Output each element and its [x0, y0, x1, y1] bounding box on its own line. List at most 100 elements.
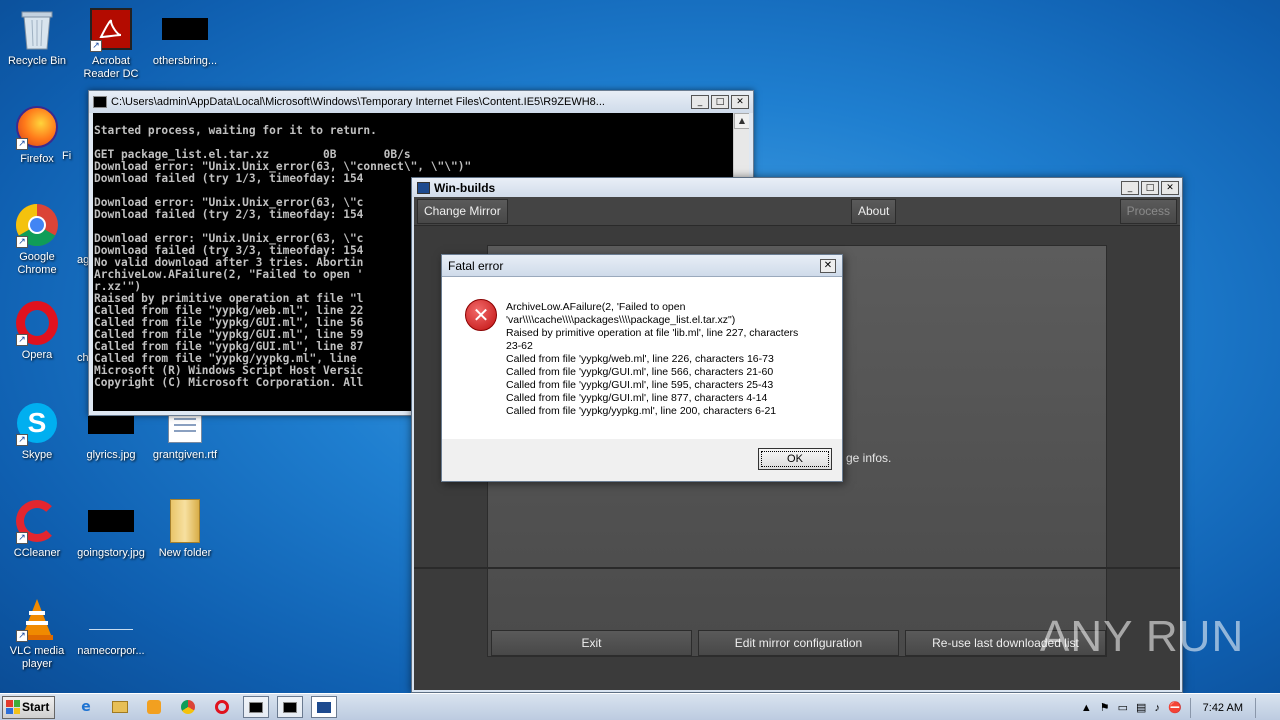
dialog-title: Fatal error — [448, 258, 504, 273]
skype-icon: S ↗ — [14, 400, 60, 446]
desktop-icon-label: Skype — [21, 449, 53, 461]
desktop-icon-acrobat[interactable]: ↗ Acrobat Reader DC — [74, 6, 148, 81]
error-line: Called from file 'yypkg/GUI.ml', line 59… — [506, 379, 774, 391]
change-mirror-button[interactable]: Change Mirror — [417, 198, 508, 224]
image-file-icon — [162, 6, 208, 52]
shortcut-arrow-icon: ↗ — [16, 236, 28, 248]
battery-icon[interactable]: ▭ — [1118, 701, 1128, 714]
dialog-close-button[interactable]: ✕ — [820, 258, 836, 273]
shortcut-arrow-icon: ↗ — [16, 138, 28, 150]
desktop-icon-namecorpor[interactable]: namecorpor... — [74, 596, 148, 658]
start-label: Start — [22, 700, 50, 714]
winbuilds-app-icon — [417, 181, 430, 194]
close-button[interactable]: ✕ — [1161, 180, 1179, 195]
fatal-error-dialog[interactable]: Fatal error ✕ ✕ ArchiveLow.AFailure(2, '… — [441, 254, 843, 482]
maximize-button[interactable]: □ — [711, 95, 729, 109]
desktop-icon-label: Acrobat Reader DC — [83, 55, 139, 80]
desktop-icon-opera[interactable]: ↗ Opera — [0, 300, 74, 362]
desktop-icon-label: CCleaner — [13, 547, 61, 559]
winbuilds-titlebar[interactable]: Win-builds _ □ ✕ — [412, 178, 1182, 197]
error-line: Called from file 'yypkg/GUI.ml', line 56… — [506, 366, 774, 378]
shortcut-arrow-icon: ↗ — [16, 630, 28, 642]
error-line: Raised by primitive operation at file 'l… — [506, 327, 799, 339]
console-title: C:\Users\admin\AppData\Local\Microsoft\W… — [111, 96, 605, 108]
winbuilds-task-icon[interactable] — [311, 696, 337, 718]
show-desktop-button[interactable] — [1264, 698, 1272, 718]
minimize-button[interactable]: _ — [691, 95, 709, 109]
console-line: Copyright (C) Microsoft Corporation. All — [94, 376, 364, 389]
desktop-icon-skype[interactable]: S ↗ Skype — [0, 400, 74, 462]
error-line: Called from file 'yypkg/GUI.ml', line 87… — [506, 392, 768, 404]
folder-icon — [162, 498, 208, 544]
shortcut-arrow-icon: ↗ — [16, 334, 28, 346]
desktop-icon-label: grantgiven.rtf — [152, 449, 218, 461]
package-info-hint: ge infos. — [846, 451, 892, 465]
divider — [414, 567, 1180, 569]
dialog-titlebar[interactable]: Fatal error ✕ — [442, 255, 842, 277]
flag-icon[interactable]: ⚑ — [1100, 701, 1110, 714]
taskbar-pinned: e — [73, 696, 337, 718]
edit-mirror-configuration-button[interactable]: Edit mirror configuration — [698, 630, 899, 656]
error-line: ArchiveLow.AFailure(2, 'Failed to open — [506, 301, 686, 313]
taskbar: Start e ▲ ⚑ ▭ ▤ ♪ ⛔ 7:42 AM — [0, 693, 1280, 720]
error-line: Called from file 'yypkg/web.ml', line 22… — [506, 353, 774, 365]
error-message: ArchiveLow.AFailure(2, 'Failed to open'v… — [506, 301, 826, 418]
desktop-icon-chrome[interactable]: ↗ Google Chrome — [0, 202, 74, 277]
error-icon: ✕ — [465, 299, 497, 331]
desktop-icon-label: VLC media player — [9, 645, 65, 670]
desktop-icon-othersbring[interactable]: othersbring... — [148, 6, 222, 68]
desktop-icon-label: Google Chrome — [17, 251, 57, 276]
desktop-icon-label: Fi — [62, 150, 72, 162]
vlc-icon: ↗ — [14, 596, 60, 642]
desktop-icon-recycle-bin[interactable]: Recycle Bin — [0, 6, 74, 68]
watermark-text: ANY RUN — [1040, 612, 1245, 661]
desktop-icon-label: glyrics.jpg — [86, 449, 136, 461]
start-button[interactable]: Start — [2, 695, 55, 719]
console-line: Download failed (try 1/3, timeofday: 154 — [94, 172, 364, 185]
opera-icon[interactable] — [209, 696, 235, 718]
warning-icon[interactable]: ⛔ — [1168, 701, 1182, 714]
minimize-button[interactable]: _ — [1121, 180, 1139, 195]
chrome-icon: ↗ — [14, 202, 60, 248]
chrome-icon[interactable] — [175, 696, 201, 718]
desktop-icon-new-folder[interactable]: New folder — [148, 498, 222, 560]
anyrun-watermark: ANY RUN — [1040, 612, 1244, 662]
opera-icon: ↗ — [14, 300, 60, 346]
desktop-icon-ccleaner[interactable]: ↗ CCleaner — [0, 498, 74, 560]
internet-explorer-icon[interactable]: e — [73, 696, 99, 718]
image-file-icon — [88, 498, 134, 544]
desktop-icon-label: namecorpor... — [77, 645, 145, 657]
console-titlebar[interactable]: C:\Users\admin\AppData\Local\Microsoft\W… — [89, 91, 753, 113]
winbuilds-title: Win-builds — [434, 180, 496, 195]
dialog-content: ✕ ArchiveLow.AFailure(2, 'Failed to open… — [442, 277, 842, 439]
shortcut-arrow-icon: ↗ — [16, 434, 28, 446]
close-button[interactable]: ✕ — [731, 95, 749, 109]
system-tray: ▲ ⚑ ▭ ▤ ♪ ⛔ 7:42 AM — [1081, 694, 1280, 720]
console-task-icon-2[interactable] — [277, 696, 303, 718]
desktop-icon-goingstory[interactable]: goingstory.jpg — [74, 498, 148, 560]
file-explorer-icon[interactable] — [107, 696, 133, 718]
scroll-up-icon[interactable]: ▲ — [734, 113, 749, 129]
shortcut-arrow-icon: ↗ — [90, 40, 102, 52]
desktop-icon-label: othersbring... — [152, 55, 218, 67]
clock[interactable]: 7:42 AM — [1203, 702, 1243, 714]
network-icon[interactable]: ▤ — [1136, 701, 1146, 714]
maximize-button[interactable]: □ — [1141, 180, 1159, 195]
process-button[interactable]: Process — [1119, 198, 1177, 224]
media-player-icon[interactable] — [141, 696, 167, 718]
about-button[interactable]: About — [850, 198, 897, 224]
desktop-icon-vlc[interactable]: ↗ VLC media player — [0, 596, 74, 671]
ok-button[interactable]: OK — [758, 448, 832, 470]
shortcut-arrow-icon: ↗ — [16, 532, 28, 544]
volume-icon[interactable]: ♪ — [1154, 702, 1160, 714]
console-task-icon[interactable] — [243, 696, 269, 718]
console-line: Download failed (try 2/3, timeofday: 154 — [94, 208, 364, 221]
bottom-actions: Exit Edit mirror configuration Re-use la… — [491, 630, 1106, 656]
desktop-icon-label: Recycle Bin — [7, 55, 67, 67]
desktop-icon-partial-1[interactable]: Fi — [62, 150, 86, 163]
firefox-icon: ↗ — [14, 104, 60, 150]
image-file-icon — [88, 596, 134, 642]
show-hidden-icons-icon[interactable]: ▲ — [1081, 702, 1092, 714]
exit-button[interactable]: Exit — [491, 630, 692, 656]
ccleaner-icon: ↗ — [14, 498, 60, 544]
